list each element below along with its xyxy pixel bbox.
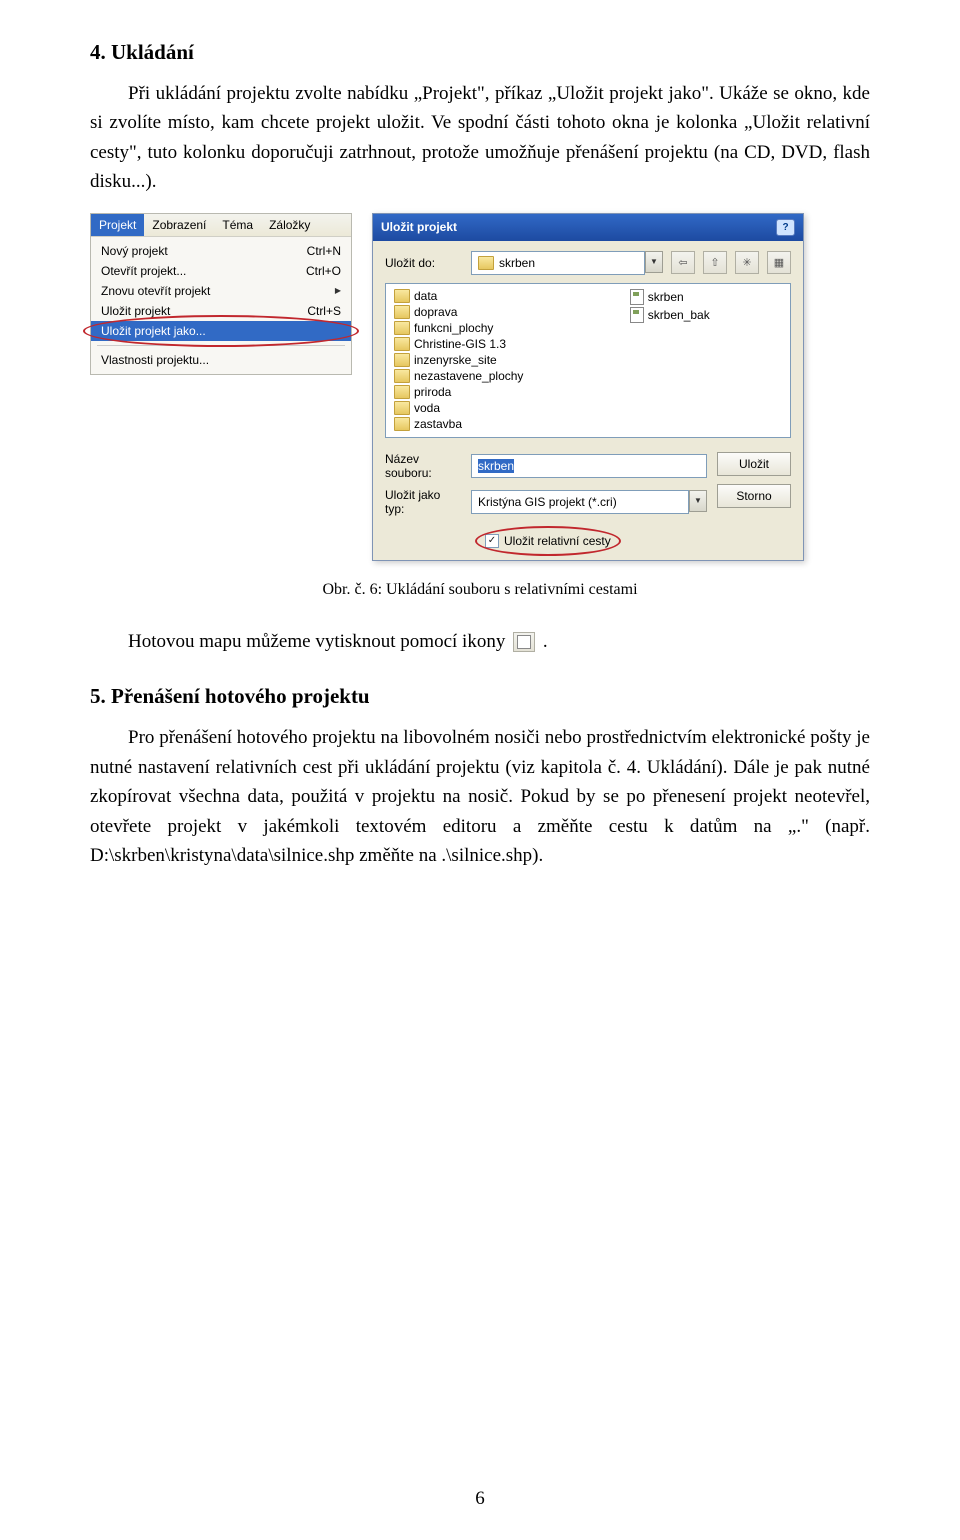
print-icon [513,632,535,652]
app-menu-screenshot: Projekt Zobrazení Téma Záložky Nový proj… [90,213,352,375]
filename-row: Název souboru: skrben [385,452,707,480]
menu-label: Uložit projekt [101,304,170,318]
list-item[interactable]: skrben_bak [628,306,784,324]
file-list[interactable]: data doprava funkcni_plochy Christine-GI… [385,283,791,438]
up-icon[interactable]: ⇧ [703,251,727,274]
section-heading-4: 4. Ukládání [90,40,870,65]
menu-bar-item-zalozky[interactable]: Záložky [261,214,318,236]
menu-item-save[interactable]: Uložit projekt Ctrl+S [91,301,351,321]
savein-row: Uložit do: skrben ▼ ⇦ ⇧ ✳ ▦ [385,251,791,275]
text: Hotovou mapu můžeme vytisknout pomocí ik… [128,631,510,652]
checkbox-icon: ✓ [485,534,499,548]
list-item-label: inzenyrske_site [414,353,497,367]
folder-icon [478,256,494,270]
new-folder-icon[interactable]: ✳ [735,251,759,274]
figure-caption: Obr. č. 6: Ukládání souboru s relativním… [90,581,870,599]
figure-row: Projekt Zobrazení Téma Záložky Nový proj… [90,213,870,561]
relative-paths-checkbox[interactable]: ✓ Uložit relativní cesty [485,534,611,548]
list-item[interactable]: doprava [392,304,598,320]
menu-shortcut: Ctrl+S [307,304,341,318]
menu-bar-item-projekt[interactable]: Projekt [91,214,144,236]
savein-select[interactable]: skrben [471,251,645,275]
list-item-label: doprava [414,305,457,319]
filename-input[interactable]: skrben [471,454,707,478]
menu-item-save-as[interactable]: Uložit projekt jako... [91,321,351,341]
menu-label: Uložit projekt jako... [101,324,206,338]
menu-bar-item-zobrazeni[interactable]: Zobrazení [144,214,214,236]
page-number: 6 [0,1488,960,1510]
list-item-label: priroda [414,385,451,399]
list-item-label: zastavba [414,417,462,431]
menu-label: Otevřít projekt... [101,264,186,278]
menu-shortcut: Ctrl+O [306,264,341,278]
list-item[interactable]: inzenyrske_site [392,352,598,368]
document-icon [630,289,644,305]
menu-separator [97,345,345,346]
menu-item-reopen[interactable]: Znovu otevřít projekt [91,281,351,301]
folder-icon [394,369,410,383]
menu-dropdown: Nový projekt Ctrl+N Otevřít projekt... C… [91,237,351,374]
list-item-label: skrben [648,290,684,304]
list-item[interactable]: nezastavene_plochy [392,368,598,384]
filetype-select[interactable]: Kristýna GIS projekt (*.cri) [471,490,689,514]
paragraph-2: Hotovou mapu můžeme vytisknout pomocí ik… [90,627,870,656]
filetype-value: Kristýna GIS projekt (*.cri) [478,495,617,509]
filetype-row: Uložit jako typ: Kristýna GIS projekt (*… [385,488,707,516]
filename-label: Název souboru: [385,452,463,480]
folder-icon [394,321,410,335]
checkbox-label: Uložit relativní cesty [504,534,611,548]
list-item[interactable]: priroda [392,384,598,400]
menu-bar-item-tema[interactable]: Téma [214,214,261,236]
folder-icon [394,305,410,319]
list-item-label: nezastavene_plochy [414,369,523,383]
dialog-titlebar: Uložit projekt ? [373,214,803,241]
menu-shortcut: Ctrl+N [307,244,341,258]
folder-icon [394,289,410,303]
list-item[interactable]: zastavba [392,416,598,432]
paragraph-3: Pro přenášení hotového projektu na libov… [90,723,870,870]
filename-value: skrben [478,459,514,473]
menu-label: Vlastnosti projektu... [101,353,209,367]
list-item[interactable]: data [392,288,598,304]
list-item-label: voda [414,401,440,415]
back-icon[interactable]: ⇦ [671,251,695,274]
dropdown-icon[interactable]: ▼ [645,251,663,273]
folder-icon [394,353,410,367]
menu-label: Nový projekt [101,244,168,258]
list-item-label: funkcni_plochy [414,321,493,335]
filetype-label: Uložit jako typ: [385,488,463,516]
help-icon[interactable]: ? [776,219,795,236]
folder-icon [394,337,410,351]
document-icon [630,307,644,323]
list-item[interactable]: skrben [628,288,784,306]
save-dialog: Uložit projekt ? Uložit do: skrben ▼ ⇦ ⇧ [372,213,804,561]
menu-item-new[interactable]: Nový projekt Ctrl+N [91,241,351,261]
list-item[interactable]: funkcni_plochy [392,320,598,336]
view-icon[interactable]: ▦ [767,251,791,274]
cancel-button[interactable]: Storno [717,484,791,508]
folder-icon [394,385,410,399]
dropdown-icon[interactable]: ▼ [689,490,707,512]
dialog-title: Uložit projekt [381,220,457,234]
list-item-label: Christine-GIS 1.3 [414,337,506,351]
savein-value: skrben [499,256,535,270]
list-item-label: data [414,289,437,303]
section-heading-5: 5. Přenášení hotového projektu [90,684,870,709]
menu-item-properties[interactable]: Vlastnosti projektu... [91,350,351,370]
menu-item-open[interactable]: Otevřít projekt... Ctrl+O [91,261,351,281]
menu-label: Znovu otevřít projekt [101,284,210,298]
list-item-label: skrben_bak [648,308,710,322]
paragraph-1: Při ukládání projektu zvolte nabídku „Pr… [90,79,870,197]
menu-bar: Projekt Zobrazení Téma Záložky [91,214,351,237]
savein-label: Uložit do: [385,256,463,270]
folder-icon [394,401,410,415]
save-button[interactable]: Uložit [717,452,791,476]
list-item[interactable]: voda [392,400,598,416]
text: . [543,631,548,652]
list-item[interactable]: Christine-GIS 1.3 [392,336,598,352]
folder-icon [394,417,410,431]
